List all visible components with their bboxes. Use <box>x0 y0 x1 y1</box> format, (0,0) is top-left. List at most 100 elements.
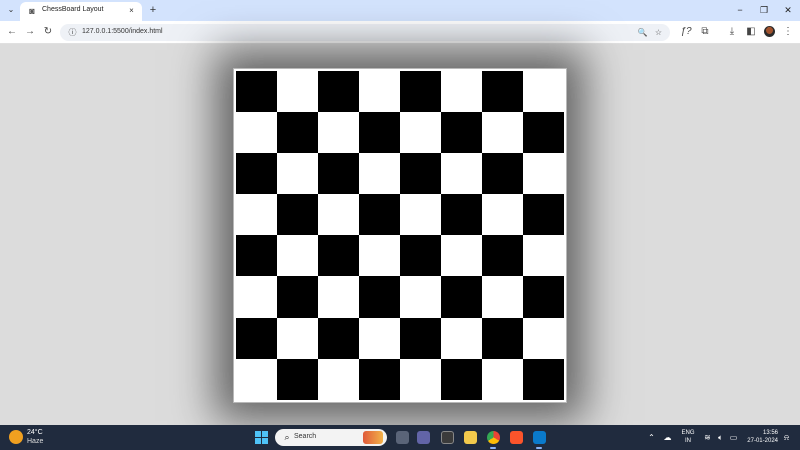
board-square <box>359 112 400 154</box>
forward-button[interactable]: → <box>23 25 37 39</box>
board-square <box>400 194 441 236</box>
site-info-icon[interactable]: ⓘ <box>66 26 79 39</box>
language-indicator[interactable]: ENG IN <box>680 429 696 445</box>
url-text[interactable]: 127.0.0.1:5500/index.html <box>82 28 163 35</box>
store-icon[interactable] <box>441 431 454 444</box>
back-button[interactable]: ← <box>5 25 19 39</box>
board-square <box>400 235 441 277</box>
language-code: ENG <box>681 430 695 436</box>
wifi-icon[interactable]: ≋ <box>702 431 713 444</box>
profile-avatar[interactable] <box>764 26 775 37</box>
board-square <box>441 276 482 318</box>
taskbar-search[interactable]: ⌕ Search <box>275 429 387 446</box>
tab-chessboard-layout[interactable]: ◙ ChessBoard Layout × <box>20 2 142 21</box>
board-square <box>359 194 400 236</box>
region-code: IN <box>685 438 691 444</box>
board-square <box>236 317 277 359</box>
board-square <box>277 235 318 277</box>
board-square <box>523 276 564 318</box>
menu-icon[interactable]: ⋮ <box>781 25 795 39</box>
volume-icon[interactable]: 🔈︎ <box>715 431 726 444</box>
weather-haze-icon[interactable] <box>9 430 23 444</box>
board-square <box>441 153 482 195</box>
windows-start-icon[interactable] <box>255 431 268 444</box>
board-square <box>482 235 523 277</box>
board-square <box>236 358 277 400</box>
tab-strip: ⌄ ◙ ChessBoard Layout × + − ❐ ✕ <box>0 0 800 21</box>
board-square <box>236 112 277 154</box>
close-window-button[interactable]: ✕ <box>781 3 795 17</box>
board-square <box>359 276 400 318</box>
side-panel-icon[interactable]: ◧ <box>744 25 758 39</box>
board-square <box>318 235 359 277</box>
board-square <box>359 358 400 400</box>
board-square <box>482 358 523 400</box>
battery-icon[interactable]: ▭ <box>728 431 739 444</box>
reload-button[interactable]: ↻ <box>41 25 55 39</box>
board-square <box>482 71 523 113</box>
download-icon[interactable]: ⤓ <box>725 25 739 39</box>
board-square <box>523 358 564 400</box>
file-explorer-icon[interactable] <box>464 431 477 444</box>
tab-title: ChessBoard Layout <box>42 6 104 13</box>
onedrive-cloud-icon[interactable]: ☁ <box>662 431 673 444</box>
board-square <box>277 194 318 236</box>
board-square <box>523 71 564 113</box>
tray-overflow-chevron-icon[interactable]: ⌃ <box>646 431 657 444</box>
system-clock[interactable]: 13:56 27-01-2024 <box>742 429 778 445</box>
chrome-icon[interactable] <box>487 431 500 444</box>
board-square <box>318 112 359 154</box>
maximize-button[interactable]: ❐ <box>757 3 771 17</box>
notification-bell-icon[interactable]: ⍾ <box>781 431 792 444</box>
page-viewport <box>0 45 800 425</box>
vscode-icon[interactable] <box>533 431 546 444</box>
board-square <box>482 194 523 236</box>
board-square <box>400 71 441 113</box>
new-tab-button[interactable]: + <box>147 3 159 17</box>
board-square <box>400 112 441 154</box>
board-square <box>277 71 318 113</box>
extensions-icon[interactable]: ⧉ <box>698 25 712 39</box>
board-square <box>441 317 482 359</box>
clock-time: 13:56 <box>762 430 778 436</box>
board-square <box>359 235 400 277</box>
board-square <box>277 358 318 400</box>
board-square <box>359 71 400 113</box>
board-square <box>523 317 564 359</box>
tab-search-chevron-icon[interactable]: ⌄ <box>4 3 18 17</box>
board-square <box>318 71 359 113</box>
zoom-icon[interactable]: 🔍 <box>636 26 649 39</box>
bookmark-star-icon[interactable]: ☆ <box>652 26 665 39</box>
chessboard-container <box>233 68 567 403</box>
board-square <box>359 317 400 359</box>
brave-icon[interactable] <box>510 431 523 444</box>
chessboard <box>236 71 564 400</box>
taskbar: 24°C Haze ⌕ Search ⌃ ☁ ENG IN ≋ 🔈︎ ▭ 13:… <box>0 425 800 450</box>
browser-toolbar: ← → ↻ ⓘ 127.0.0.1:5500/index.html 🔍 ☆ ƒ?… <box>0 21 800 44</box>
chrome-running-indicator <box>490 447 496 449</box>
teams-icon[interactable] <box>417 431 430 444</box>
formula-extension-icon[interactable]: ƒ? <box>679 25 693 39</box>
board-square <box>236 235 277 277</box>
address-bar[interactable]: ⓘ 127.0.0.1:5500/index.html 🔍 ☆ <box>60 24 670 41</box>
board-square <box>523 235 564 277</box>
weather-temperature[interactable]: 24°C <box>27 429 43 436</box>
board-square <box>318 317 359 359</box>
board-square <box>482 153 523 195</box>
board-square <box>236 276 277 318</box>
board-square <box>400 276 441 318</box>
clock-date: 27-01-2024 <box>747 438 778 444</box>
task-view-icon[interactable] <box>396 431 409 444</box>
board-square <box>277 276 318 318</box>
board-square <box>318 153 359 195</box>
minimize-button[interactable]: − <box>733 3 747 17</box>
board-square <box>318 276 359 318</box>
board-square <box>523 153 564 195</box>
board-square <box>318 194 359 236</box>
search-highlight-icon <box>363 431 383 444</box>
board-square <box>441 71 482 113</box>
board-square <box>482 112 523 154</box>
tab-close-icon[interactable]: × <box>126 5 137 16</box>
board-square <box>236 153 277 195</box>
weather-condition[interactable]: Haze <box>27 438 43 445</box>
